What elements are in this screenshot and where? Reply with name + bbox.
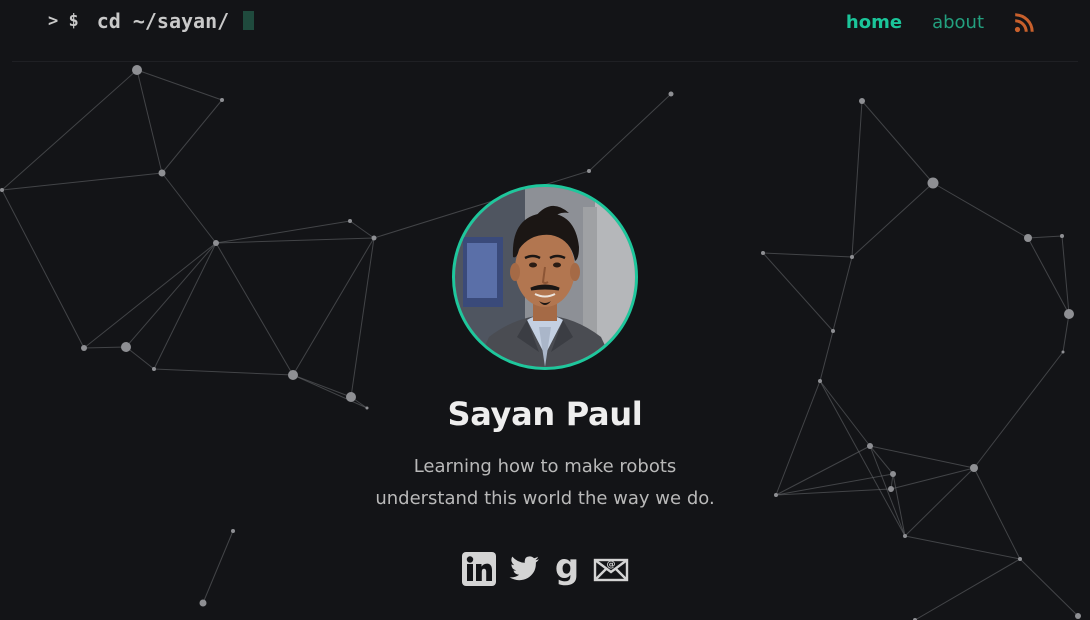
network-edge (1, 69, 138, 191)
network-edge (161, 99, 223, 174)
page: > $ cd ~/sayan/ home about Sayan Paul Le… (0, 0, 1090, 620)
linkedin-icon[interactable] (461, 551, 497, 587)
prompt-symbol: > $ (48, 11, 79, 31)
network-edge (588, 93, 672, 172)
profile-photo (455, 187, 635, 367)
top-bar: > $ cd ~/sayan/ home about (0, 0, 1090, 62)
network-edge (136, 69, 163, 174)
tagline-line-1: Learning how to make robots (413, 456, 677, 477)
nav-link-about[interactable]: about (932, 11, 984, 35)
network-node (220, 98, 224, 102)
rss-icon[interactable] (1014, 13, 1034, 33)
terminal-cursor (243, 10, 255, 30)
social-links: g @ (461, 551, 629, 587)
main-nav: home about (846, 11, 1034, 35)
network-node (1075, 613, 1081, 619)
terminal-prompt: > $ cd ~/sayan/ (48, 9, 255, 33)
twitter-icon[interactable] (505, 551, 541, 587)
svg-text:g: g (555, 551, 579, 587)
network-node (132, 65, 142, 75)
network-edge (136, 69, 223, 101)
nav-link-home[interactable]: home (846, 11, 902, 35)
network-node (199, 599, 207, 607)
header-divider (12, 61, 1078, 62)
avatar (452, 184, 638, 370)
email-icon[interactable]: @ (593, 551, 629, 587)
network-node (859, 98, 865, 104)
profile-tagline: Learning how to make robots understand t… (375, 451, 714, 515)
network-node (158, 169, 166, 177)
tagline-line-2: understand this world the way we do. (375, 488, 715, 509)
profile-name: Sayan Paul (447, 395, 643, 433)
profile-section: Sayan Paul Learning how to make robots u… (0, 184, 1090, 587)
network-node (668, 91, 674, 97)
prompt-command: cd ~/sayan/ (96, 9, 230, 33)
network-node (587, 169, 591, 173)
goodreads-icon[interactable]: g (549, 551, 585, 587)
network-edge (861, 100, 934, 184)
svg-text:@: @ (607, 560, 616, 570)
